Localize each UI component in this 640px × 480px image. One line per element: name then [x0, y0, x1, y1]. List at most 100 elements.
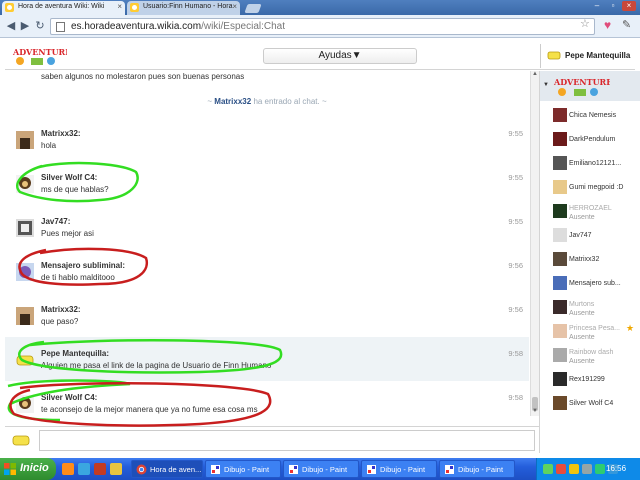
task-paint-1[interactable]: Dibujo - Paint: [205, 460, 281, 478]
message-text: hola: [41, 141, 57, 150]
user-avatar[interactable]: [16, 131, 34, 149]
message-list: saben algunos no molestaron pues son bue…: [5, 71, 539, 453]
task-label: Dibujo - Paint: [380, 465, 426, 474]
user-list-item[interactable]: Rainbow dash Ausente: [540, 345, 640, 369]
message-time: 9:55: [508, 129, 523, 138]
task-label: Dibujo - Paint: [302, 465, 348, 474]
message-text: Pues mejor asi: [41, 229, 94, 238]
tab-close-icon[interactable]: ×: [232, 2, 237, 11]
user-list-item[interactable]: Gumi megpoid :D: [540, 177, 640, 201]
user-avatar[interactable]: [16, 175, 34, 193]
tab-hora-de-aventura[interactable]: Hora de aventura Wiki: Wiki ×: [2, 1, 125, 15]
chat-message: Silver Wolf C4: te aconsejo de la mejor …: [5, 383, 529, 425]
chat-page: ADVENTURE TIME Ayudas▼ Pepe Mantequilla …: [0, 38, 640, 458]
message-author[interactable]: Matrixx32:: [41, 305, 81, 314]
message-time: 9:58: [508, 393, 523, 402]
adventure-time-logo: ADVENTURE TIME: [553, 77, 610, 96]
chat-message-own: Pepe Mantequilla: Alguien me pasa el lin…: [5, 337, 529, 381]
chat-message: Mensajero subliminal: de ti hablo maldit…: [5, 251, 529, 293]
user-list-item[interactable]: Mensajero sub...: [540, 273, 640, 297]
user-list-item[interactable]: Chica Nemesis: [540, 105, 640, 129]
minimize-icon[interactable]: –: [590, 1, 604, 11]
wrench-icon[interactable]: ✎: [622, 18, 631, 31]
task-label: Dibujo - Paint: [224, 465, 270, 474]
wikia-favicon-icon: [130, 3, 139, 12]
volume-icon[interactable]: [582, 464, 592, 474]
message-author[interactable]: Silver Wolf C4:: [41, 173, 97, 182]
scroll-up-icon[interactable]: ▲: [531, 71, 539, 79]
chat-message: Silver Wolf C4: ms de que hablas? 9:55: [5, 163, 529, 205]
user-list-item[interactable]: DarkPendulum: [540, 129, 640, 153]
window-close-icon[interactable]: ×: [622, 1, 636, 11]
user-avatar[interactable]: [16, 307, 34, 325]
user-list-item[interactable]: Murtons Ausente: [540, 297, 640, 321]
current-user-name: Pepe Mantequilla: [565, 51, 631, 60]
user-avatar: [553, 372, 567, 386]
forward-arrow-icon[interactable]: ▶: [18, 19, 32, 33]
butter-avatar-icon[interactable]: [16, 351, 34, 369]
message-author[interactable]: Matrixx32:: [41, 129, 81, 138]
bookmark-star-icon[interactable]: ☆: [580, 17, 590, 30]
user-list-name: Silver Wolf C4: [569, 400, 614, 407]
user-avatar: [553, 252, 567, 266]
user-list-item[interactable]: Matrixx32: [540, 249, 640, 273]
current-user-card[interactable]: Pepe Mantequilla: [540, 44, 635, 68]
system-suffix: ~: [321, 97, 327, 106]
security-icon[interactable]: [556, 464, 566, 474]
maximize-icon[interactable]: ▫: [606, 1, 620, 11]
channel-dropdown[interactable]: Ayudas▼: [263, 48, 417, 64]
tab-close-icon[interactable]: ×: [117, 2, 122, 11]
task-paint-3[interactable]: Dibujo - Paint: [361, 460, 437, 478]
network-icon[interactable]: [543, 464, 553, 474]
update-icon[interactable]: [595, 464, 605, 474]
user-list-item[interactable]: Emiliano12121...: [540, 153, 640, 177]
message-time: 9:55: [508, 217, 523, 226]
paint-icon: [289, 465, 298, 474]
user-avatar[interactable]: [16, 395, 34, 413]
user-list-item[interactable]: Jav747: [540, 225, 640, 249]
butter-avatar-icon: [547, 51, 561, 60]
scrolled-message-text: saben algunos no molestaron pues son bue…: [41, 72, 245, 81]
task-paint-2[interactable]: Dibujo - Paint: [283, 460, 359, 478]
scroll-down-icon[interactable]: ▼: [531, 408, 539, 416]
user-list-item[interactable]: Princesa Pesa... Ausente ★: [540, 321, 640, 345]
messenger-icon[interactable]: [569, 464, 579, 474]
message-author[interactable]: Mensajero subliminal:: [41, 261, 125, 270]
heart-icon[interactable]: ♥: [604, 18, 611, 32]
quicklaunch-chrome-icon[interactable]: [94, 463, 106, 475]
user-list-name: Princesa Pesa...: [569, 325, 620, 332]
message-scrollbar[interactable]: ▲ ▼: [530, 71, 539, 416]
address-bar[interactable]: es.horadeaventura.wikia.com/wiki/Especia…: [50, 18, 595, 35]
task-chrome[interactable]: Hora de aven...: [131, 460, 203, 478]
adventure-time-logo[interactable]: ADVENTURE TIME: [11, 45, 67, 67]
url-path: /wiki/Especial:Chat: [201, 21, 285, 32]
tab-usuario-finn[interactable]: Usuario:Finn Humano - Hora ×: [127, 1, 240, 15]
reload-icon[interactable]: ↻: [33, 19, 47, 33]
task-paint-4[interactable]: Dibujo - Paint: [439, 460, 515, 478]
start-button[interactable]: Inicio: [0, 458, 56, 480]
quicklaunch-folder-icon[interactable]: [110, 463, 122, 475]
message-author[interactable]: Pepe Mantequilla:: [41, 349, 109, 358]
system-join-message: ~ Matrixx32 ha entrado al chat. ~: [5, 97, 529, 106]
user-list-item[interactable]: HERROZAEL Ausente: [540, 201, 640, 225]
message-author[interactable]: Jav747:: [41, 217, 70, 226]
message-time: 9:55: [508, 173, 523, 182]
wiki-room-row[interactable]: ▼ ADVENTURE TIME: [540, 71, 640, 101]
new-tab-button[interactable]: [244, 4, 262, 13]
tab-title: Usuario:Finn Humano - Hora: [143, 3, 233, 10]
chat-message-input[interactable]: [39, 430, 535, 451]
user-avatar[interactable]: [16, 219, 34, 237]
quicklaunch-firefox-icon[interactable]: [62, 463, 74, 475]
tab-title: Hora de aventura Wiki: Wiki: [18, 3, 105, 10]
paint-icon: [367, 465, 376, 474]
user-avatar: [553, 132, 567, 146]
quicklaunch-ie-icon[interactable]: [78, 463, 90, 475]
collapse-arrow-icon[interactable]: ▼: [543, 82, 549, 88]
system-prefix: ~: [207, 97, 213, 106]
message-author[interactable]: Silver Wolf C4:: [41, 393, 97, 402]
user-avatar[interactable]: [16, 263, 34, 281]
window-controls: – ▫ ×: [590, 1, 636, 11]
user-list-item[interactable]: Silver Wolf C4: [540, 393, 640, 417]
user-list-item[interactable]: Rex191299: [540, 369, 640, 393]
back-arrow-icon[interactable]: ◀: [4, 19, 18, 33]
